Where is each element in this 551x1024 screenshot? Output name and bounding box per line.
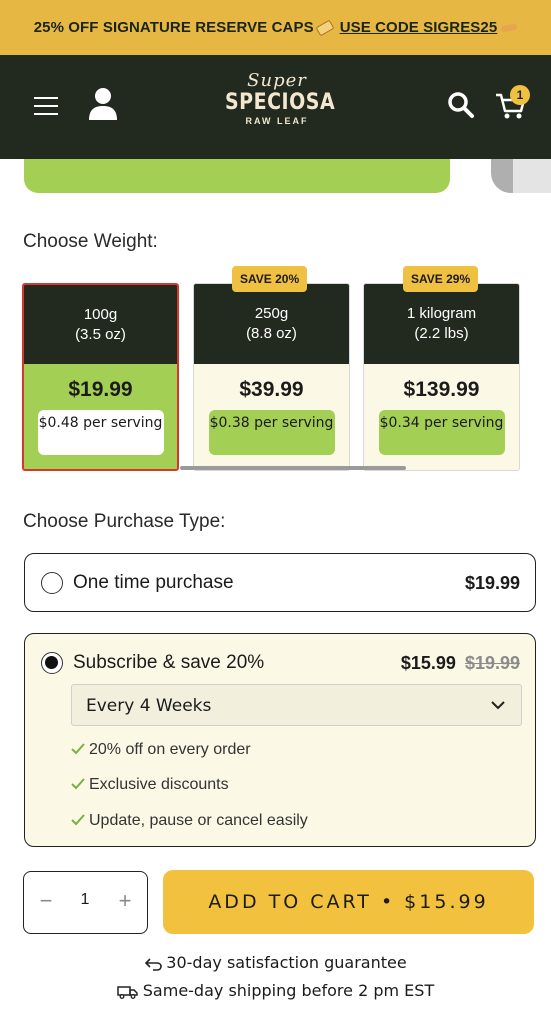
quantity-decrease-button[interactable]: −	[34, 888, 58, 914]
satisfaction-guarantee: 30-day satisfaction guarantee	[0, 953, 551, 972]
truck-icon	[117, 986, 138, 999]
per-serving-label: $0.48 per serving	[37, 410, 164, 455]
weight-alt-value: (3.5 oz)	[75, 325, 126, 343]
per-serving-label: $0.34 per serving	[378, 410, 505, 455]
add-to-cart-button[interactable]: ADD TO CART • $15.99	[163, 870, 534, 934]
benefit-item: 20% off on every order	[71, 741, 251, 759]
promo-banner[interactable]: 25% OFF SIGNATURE RESERVE CAPS USE CODE …	[0, 0, 551, 55]
frequency-select[interactable]: Every 4 Weeks	[71, 684, 522, 726]
check-icon	[71, 814, 85, 826]
subscribe-original-price: $19.99	[464, 653, 520, 673]
one-time-purchase-option[interactable]: One time purchase $19.99	[24, 553, 536, 612]
brand-logo[interactable]: Super SPECIOSA RAW LEAF	[225, 72, 336, 144]
weight-option-header: 250g (8.8 oz)	[194, 284, 349, 364]
weight-value: 250g	[254, 305, 289, 322]
weight-option-1kg[interactable]: 1 kilogram (2.2 lbs) $139.99 $0.34 per s…	[363, 283, 520, 471]
one-time-price: $19.99	[464, 573, 520, 593]
next-image-fragment[interactable]	[491, 159, 551, 193]
benefit-text: Exclusive discounts	[89, 776, 229, 793]
logo-sub: RAW LEAF	[245, 116, 309, 126]
purchase-section-label: Choose Purchase Type:	[23, 511, 226, 532]
check-icon	[71, 743, 85, 755]
logo-main: SPECIOSA	[225, 89, 336, 115]
cart-count-badge: 1	[510, 85, 530, 105]
weight-alt-value: (8.8 oz)	[246, 325, 297, 342]
one-time-radio[interactable]	[41, 572, 63, 594]
subscribe-sale-price: $15.99	[400, 653, 456, 673]
tag-icon	[315, 19, 335, 36]
add-to-cart-label: ADD TO CART • $15.99	[208, 891, 489, 913]
weight-option-price: $39.99	[239, 378, 304, 401]
product-image-fragment	[24, 159, 450, 193]
frequency-selected-value: Every 4 Weeks	[86, 696, 212, 716]
weight-scrollbar[interactable]	[180, 466, 406, 470]
weight-option-price: $19.99	[68, 378, 133, 401]
weight-option-price: $139.99	[403, 378, 480, 401]
subscribe-price: $15.99 $19.99	[401, 653, 520, 674]
weight-value: 100g	[83, 305, 118, 323]
quantity-stepper: − 1 +	[23, 871, 148, 934]
arrow-icon	[500, 23, 518, 32]
quantity-increase-button[interactable]: +	[113, 888, 137, 914]
check-icon	[71, 778, 85, 790]
site-header: Super SPECIOSA RAW LEAF 1	[0, 55, 551, 159]
benefit-item: Exclusive discounts	[71, 776, 229, 794]
per-serving-label: $0.38 per serving	[208, 410, 335, 455]
save-badge: SAVE 29%	[403, 266, 479, 292]
shipping-text: Same-day shipping before 2 pm EST	[142, 981, 435, 1000]
benefit-text: Update, pause or cancel easily	[89, 812, 308, 829]
account-icon[interactable]	[88, 87, 118, 121]
subscribe-option[interactable]: Subscribe & save 20% $15.99 $19.99 Every…	[24, 633, 536, 847]
weight-option-250g[interactable]: 250g (8.8 oz) $39.99 $0.38 per serving	[193, 283, 350, 471]
save-badge: SAVE 20%	[232, 266, 308, 292]
weight-option-header: 1 kilogram (2.2 lbs)	[364, 284, 519, 364]
weight-alt-value: (2.2 lbs)	[414, 325, 469, 342]
shipping-info: Same-day shipping before 2 pm EST	[0, 981, 551, 1000]
benefit-item: Update, pause or cancel easily	[71, 812, 308, 830]
quantity-value[interactable]: 1	[68, 891, 102, 909]
chevron-down-icon	[491, 701, 505, 710]
subscribe-label: Subscribe & save 20%	[73, 652, 265, 673]
promo-code-link[interactable]: USE CODE SIGRES25	[340, 19, 498, 36]
weight-value: 1 kilogram	[406, 305, 477, 322]
benefit-text: 20% off on every order	[89, 741, 251, 758]
subscribe-radio[interactable]	[41, 652, 63, 674]
search-icon[interactable]	[447, 91, 475, 119]
return-arrow-icon	[145, 958, 163, 971]
weight-option-100g[interactable]: 100g (3.5 oz) $19.99 $0.48 per serving	[22, 283, 179, 471]
weight-option-header: 100g (3.5 oz)	[24, 285, 177, 364]
weight-section-label: Choose Weight:	[23, 231, 158, 252]
promo-text: 25% OFF SIGNATURE RESERVE CAPS	[33, 19, 314, 36]
one-time-label: One time purchase	[73, 572, 234, 593]
menu-icon[interactable]	[34, 97, 58, 115]
satisfaction-text: 30-day satisfaction guarantee	[166, 953, 407, 972]
